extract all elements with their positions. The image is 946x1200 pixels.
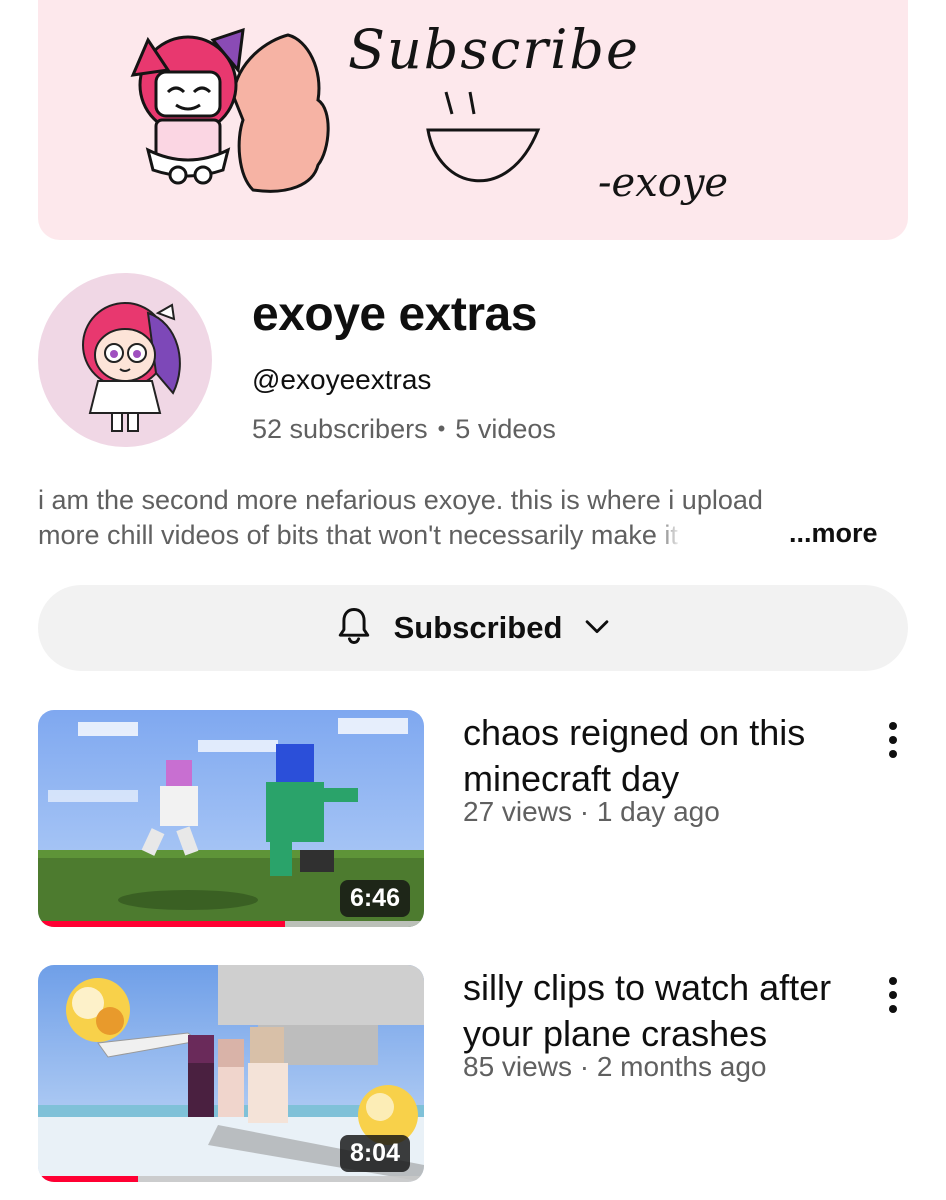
bell-icon	[332, 604, 376, 653]
video-meta: 27 views · 1 day ago	[463, 796, 720, 827]
channel-name: exoye extras	[252, 288, 537, 341]
video-title[interactable]: chaos reigned on this minecraft day	[463, 710, 863, 802]
subscriber-count: 52 subscribers	[252, 414, 428, 444]
watch-progress-fill	[38, 921, 286, 927]
channel-banner: Subscribe -exoye	[38, 0, 908, 240]
watch-progress-bar	[38, 1176, 424, 1182]
more-options-icon[interactable]	[878, 718, 908, 762]
description-more-link[interactable]: ...more	[789, 518, 878, 549]
video-duration: 6:46	[339, 880, 410, 917]
video-item[interactable]: 8:04 silly clips to watch after your pla…	[38, 965, 908, 1182]
avatar-illustration	[82, 302, 181, 432]
banner-signature-text: -exoye	[598, 160, 729, 206]
subscribed-button-label: Subscribed	[393, 610, 563, 645]
subscribed-button[interactable]: Subscribed	[38, 585, 908, 671]
description-line-2-text: more chill videos of bits that won't nec…	[38, 520, 657, 550]
video-item[interactable]: 6:46 chaos reigned on this minecraft day…	[38, 710, 908, 927]
channel-stats: 52 subscribers • 5 videos	[252, 414, 556, 445]
channel-handle: @exoyeextras	[252, 364, 432, 395]
chevron-down-icon	[580, 609, 614, 648]
video-thumbnail[interactable]: 8:04	[38, 965, 424, 1182]
watch-progress-bar	[38, 921, 424, 927]
channel-description[interactable]: i am the second more nefarious exoye. th…	[38, 483, 908, 553]
video-thumbnail[interactable]: 6:46	[38, 710, 424, 927]
more-options-icon[interactable]	[878, 973, 908, 1017]
description-line-1: i am the second more nefarious exoye. th…	[38, 485, 763, 515]
watch-progress-fill	[38, 1176, 139, 1182]
stats-separator: •	[437, 416, 446, 441]
video-duration: 8:04	[339, 1135, 410, 1172]
description-line-2: more chill videos of bits that won't nec…	[38, 518, 908, 553]
banner-subscribe-text: Subscribe	[348, 18, 640, 81]
video-count: 5 videos	[455, 414, 556, 444]
video-meta: 85 views · 2 months ago	[463, 1051, 767, 1082]
channel-avatar[interactable]	[38, 273, 212, 447]
description-line-2-fade: it	[656, 520, 678, 550]
video-title[interactable]: silly clips to watch after your plane cr…	[463, 965, 863, 1057]
